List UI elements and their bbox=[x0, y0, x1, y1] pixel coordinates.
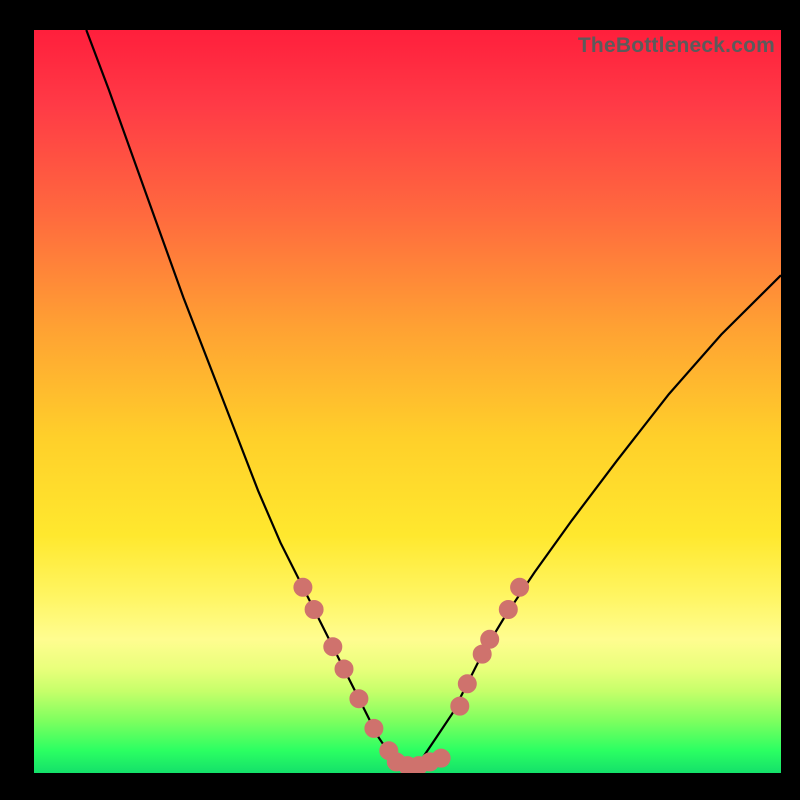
data-point bbox=[336, 661, 352, 677]
data-point bbox=[459, 676, 475, 692]
data-point bbox=[351, 691, 367, 707]
data-point bbox=[452, 698, 468, 714]
data-point bbox=[306, 602, 322, 618]
chart-frame: TheBottleneck.com bbox=[0, 0, 800, 800]
chart-overlay bbox=[34, 30, 781, 773]
plot-area: TheBottleneck.com bbox=[34, 30, 781, 773]
curve-left bbox=[86, 30, 407, 766]
data-point bbox=[512, 579, 528, 595]
data-point bbox=[433, 750, 449, 766]
data-markers bbox=[295, 579, 528, 773]
data-point bbox=[482, 631, 498, 647]
data-point bbox=[366, 720, 382, 736]
data-point bbox=[325, 639, 341, 655]
data-point bbox=[295, 579, 311, 595]
data-point bbox=[500, 602, 516, 618]
